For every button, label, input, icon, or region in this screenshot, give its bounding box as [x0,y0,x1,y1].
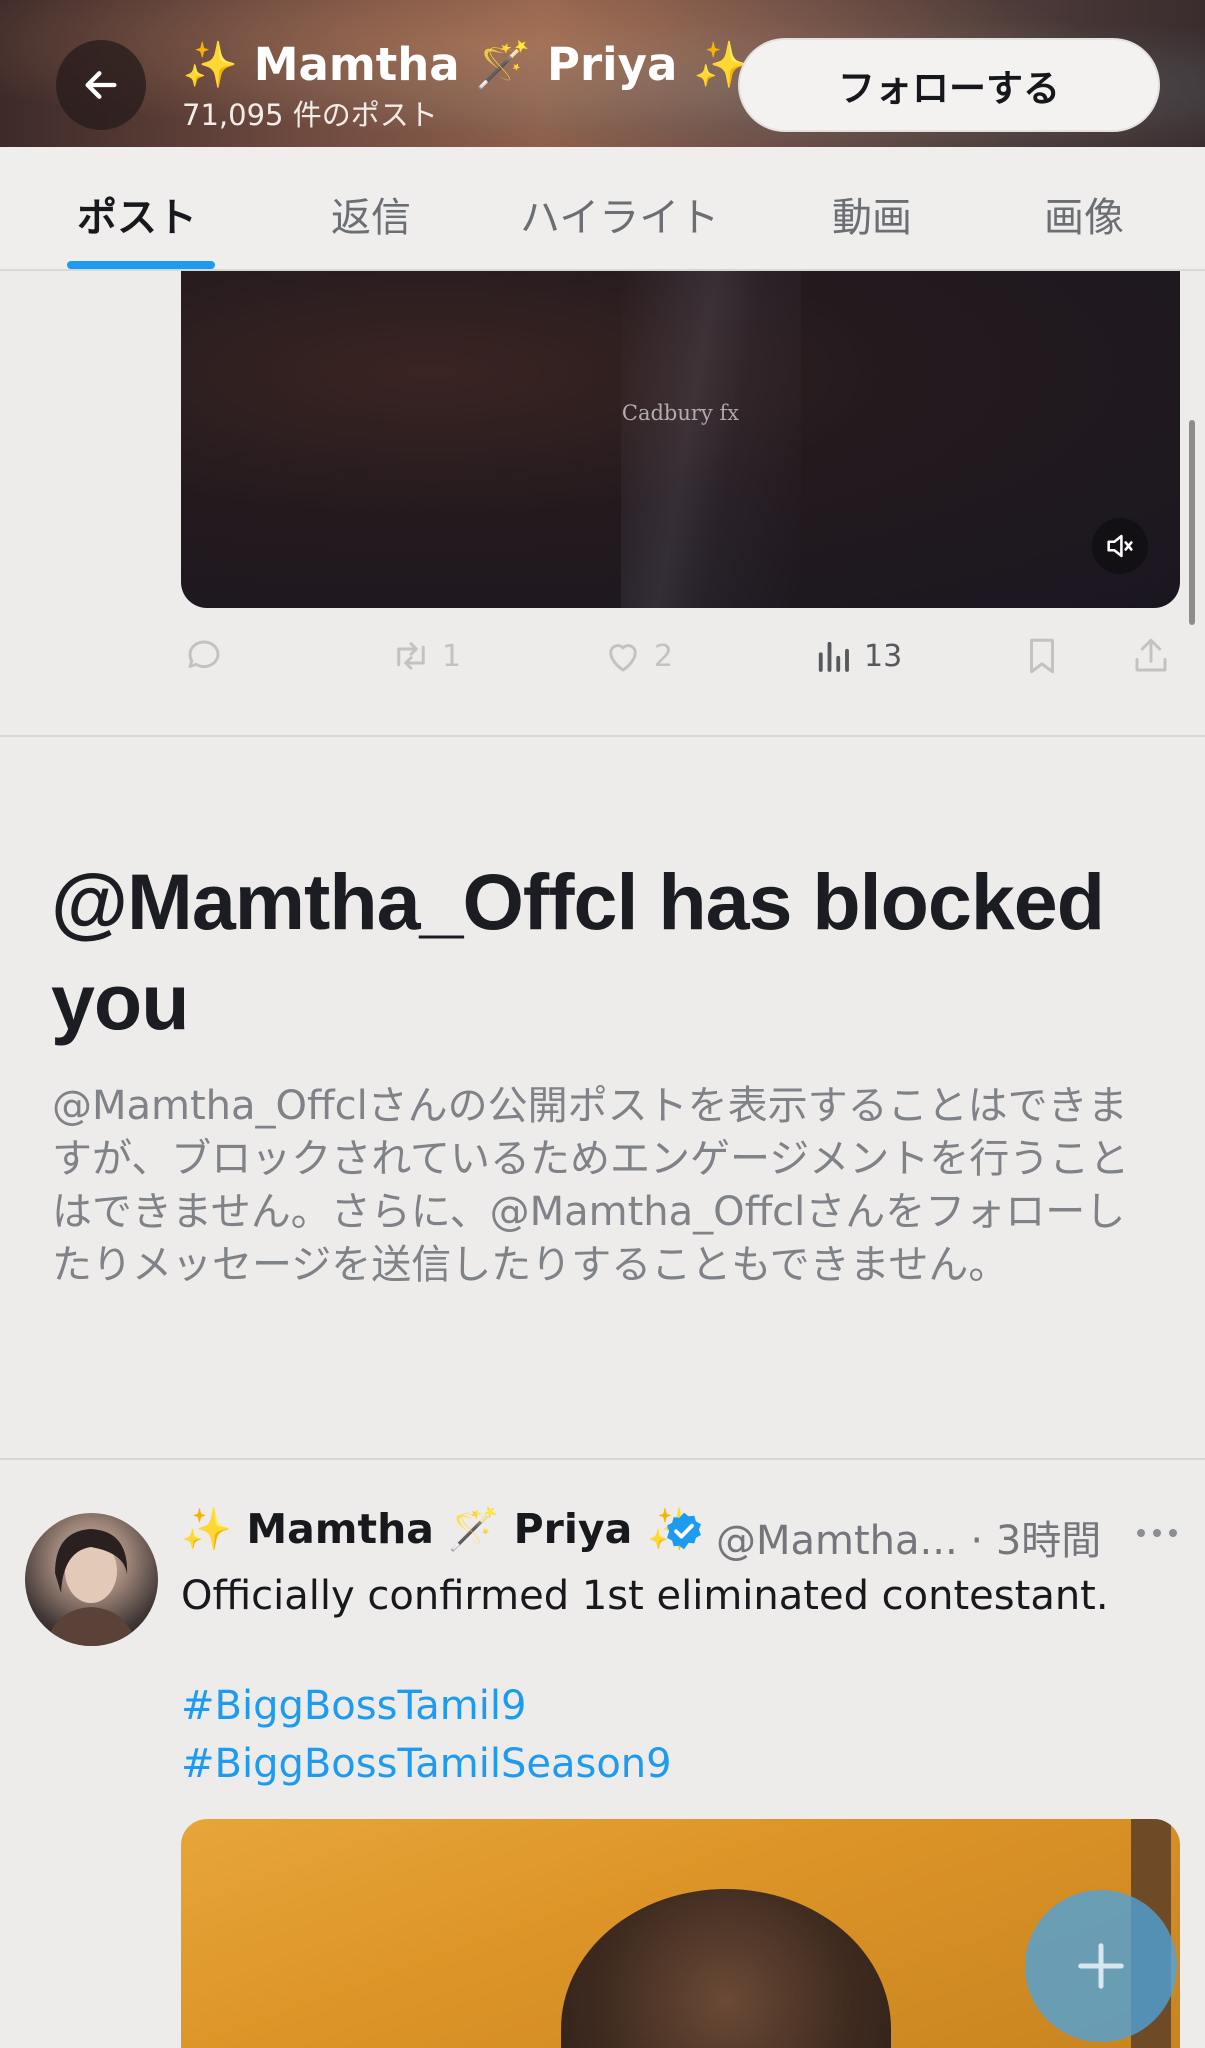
bookmark-icon [1030,638,1054,674]
tab-highlights[interactable]: ハイライト [520,185,719,243]
mute-button[interactable] [1092,518,1148,574]
video-player[interactable]: Cadbury fx [181,271,1180,608]
views-button[interactable]: 13 [812,634,902,678]
compose-button[interactable] [1025,1890,1177,2042]
post-text: Officially confirmed 1st eliminated cont… [181,1573,1109,1619]
plus-icon [1078,1943,1124,1989]
divider [0,1458,1205,1460]
scrollbar-thumb[interactable] [1189,420,1195,625]
profile-photo [45,1529,137,1646]
heart-icon [609,644,637,672]
reply-button[interactable] [183,634,225,678]
post-count: 71,095 件のポスト [182,98,438,132]
repost-count: 1 [442,638,462,674]
tab-replies[interactable]: 返信 [331,185,411,243]
speaker-muted-icon [1107,534,1133,558]
profile-tabs: ポスト 返信 ハイライト 動画 画像 [0,147,1205,271]
tab-images[interactable]: 画像 [1044,185,1124,243]
post-image[interactable] [181,1819,1180,2048]
verified-badge-icon [667,1512,701,1550]
divider [0,735,1205,737]
like-button[interactable]: 2 [602,634,673,678]
bookmark-button[interactable] [1021,634,1063,678]
post-handle-time: @Mamtha... · 3時間 [716,1518,1102,1564]
follow-button[interactable]: フォローする [738,38,1160,132]
video-caption: Cadbury fx [621,401,740,425]
share-icon [1135,638,1167,672]
avatar[interactable] [25,1513,158,1646]
active-tab-indicator [67,261,215,269]
like-count: 2 [654,638,674,674]
view-count: 13 [864,638,903,674]
profile-name: ✨ Mamtha 🪄 Priya ✨ [182,38,750,91]
share-button[interactable] [1130,634,1172,678]
comment-icon [188,640,220,668]
blocked-title: @Mamtha_Offcl has blocked you [51,857,1105,1046]
more-dots-icon [1137,1529,1177,1537]
hashtag-link[interactable]: #BiggBossTamil9 [181,1683,526,1729]
repost-icon [397,642,425,670]
bar-chart-icon [818,641,849,672]
repost-button[interactable]: 1 [390,634,461,678]
tab-posts[interactable]: ポスト [77,185,197,243]
arrow-left-icon [85,71,117,99]
more-options-button[interactable] [1132,1513,1182,1553]
post-author-name[interactable]: ✨ Mamtha 🪄 Priya ✨ [181,1505,698,1554]
profile-header: ✨ Mamtha 🪄 Priya ✨ 71,095 件のポスト フォローする [0,0,1205,147]
back-button[interactable] [56,40,146,130]
hashtag-link[interactable]: #BiggBossTamilSeason9 [181,1741,672,1787]
tab-videos[interactable]: 動画 [832,185,912,243]
blocked-description: @Mamtha_Offclさんの公開ポストを表示することはできますが、ブロックさ… [52,1083,1130,1288]
